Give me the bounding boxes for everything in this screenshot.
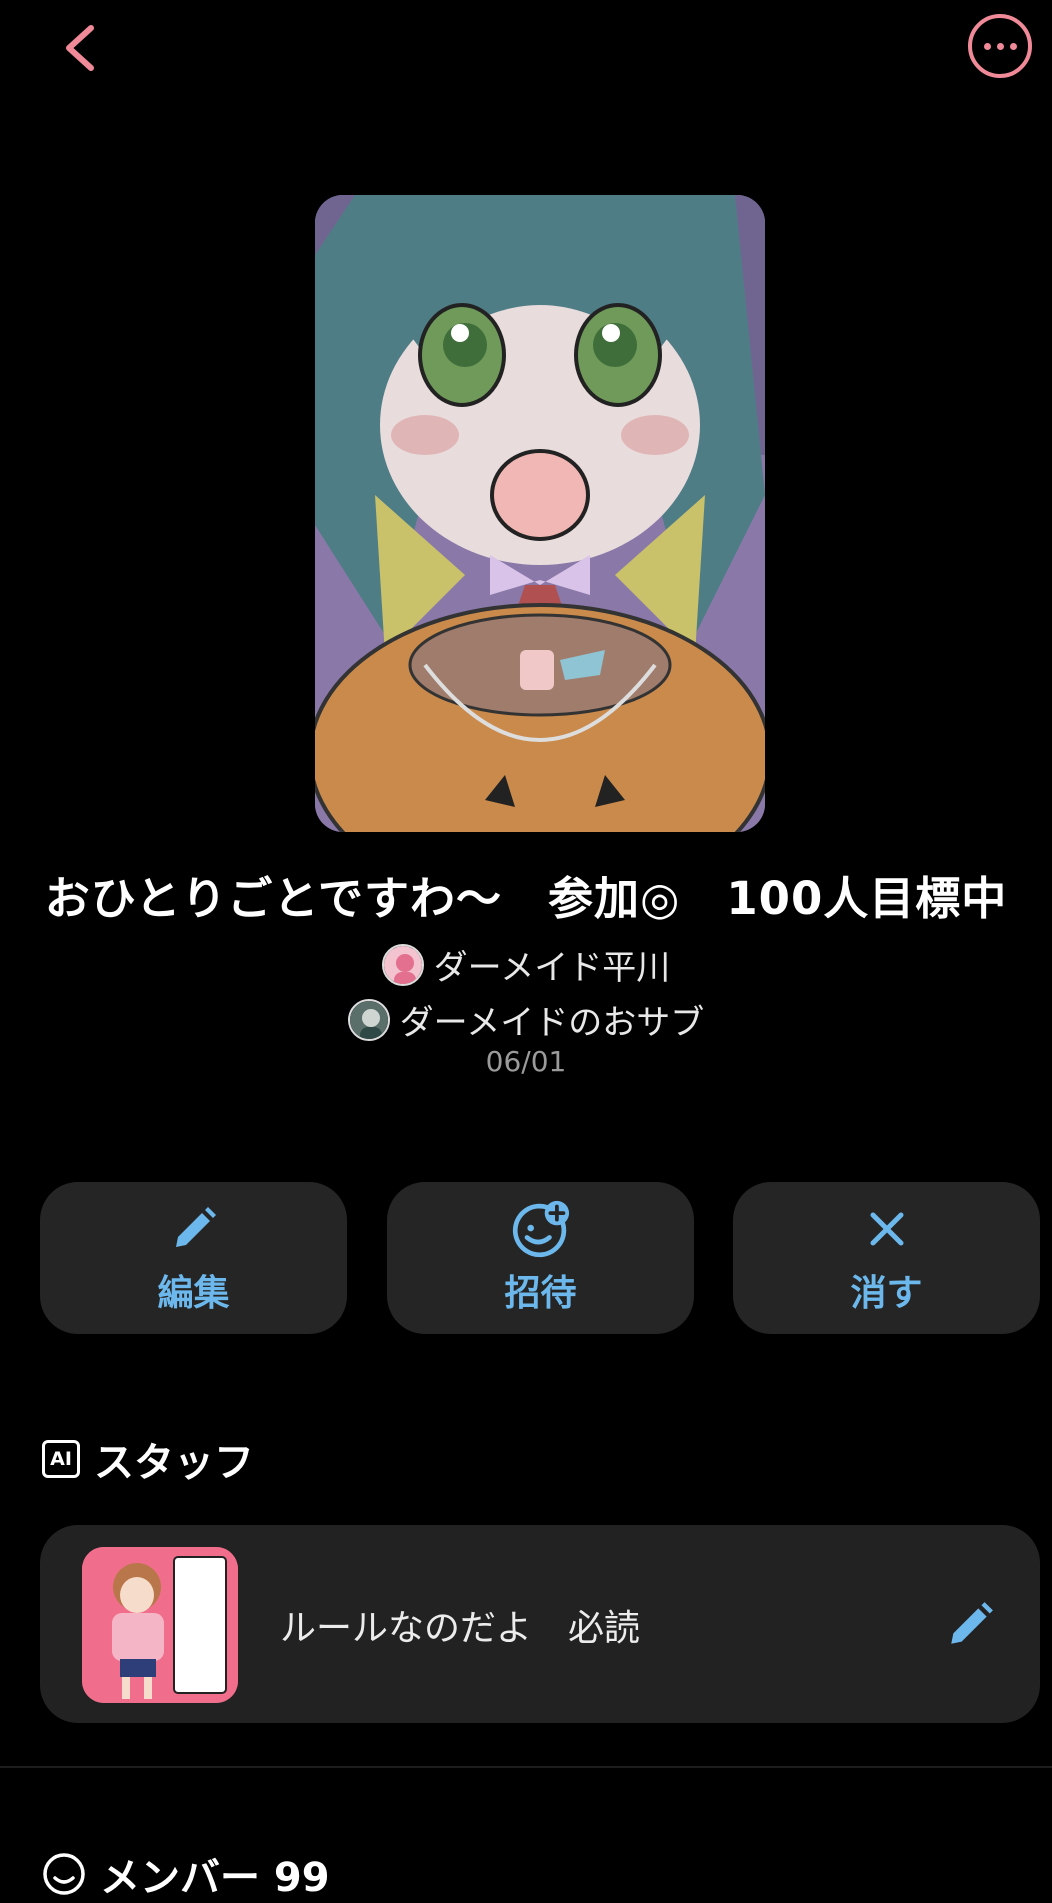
close-icon (858, 1200, 916, 1258)
ai-badge-icon: AI (42, 1440, 80, 1478)
smile-icon (43, 1853, 85, 1895)
staff-item-label: ルールなのだよ 必読 (280, 1608, 641, 1649)
host-name: ダーメイド平川 (433, 948, 671, 988)
members-heading: メンバー 99 (100, 1855, 330, 1901)
cover-image (315, 195, 765, 832)
add-friend-icon (512, 1200, 570, 1258)
host-row[interactable]: ダーメイド平川 (0, 940, 1052, 989)
pencil-icon (951, 1602, 993, 1644)
back-button[interactable] (55, 18, 105, 78)
created-date: 06/01 (485, 1045, 567, 1078)
edit-button[interactable]: 編集 (40, 1182, 347, 1334)
section-divider (0, 1766, 1052, 1768)
host-name: ダーメイドのおサブ (399, 1003, 705, 1043)
invite-button[interactable]: 招待 (387, 1182, 694, 1334)
staff-section-header: AI スタッフ (42, 1430, 254, 1488)
members-section-header[interactable]: メンバー 99 (42, 1845, 330, 1903)
more-options-button[interactable] (968, 14, 1032, 78)
staff-edit-button[interactable] (940, 1595, 1000, 1655)
delete-button[interactable]: 消す (733, 1182, 1040, 1334)
avatar (347, 998, 390, 1041)
edit-label: 編集 (157, 1273, 230, 1314)
staff-list-item[interactable]: ルールなのだよ 必読 (40, 1525, 1040, 1723)
host-row[interactable]: ダーメイドのおサブ (0, 995, 1052, 1044)
delete-label: 消す (850, 1273, 923, 1314)
more-dots-icon (983, 42, 991, 50)
pencil-icon (165, 1200, 223, 1258)
invite-label: 招待 (504, 1273, 577, 1314)
staff-heading: スタッフ (94, 1440, 254, 1486)
circle-title: おひとりごとですわ〜 参加◎ 100人目標中 (44, 872, 1008, 925)
avatar (381, 943, 424, 986)
chevron-left-icon (66, 25, 94, 71)
staff-thumbnail (82, 1547, 238, 1703)
